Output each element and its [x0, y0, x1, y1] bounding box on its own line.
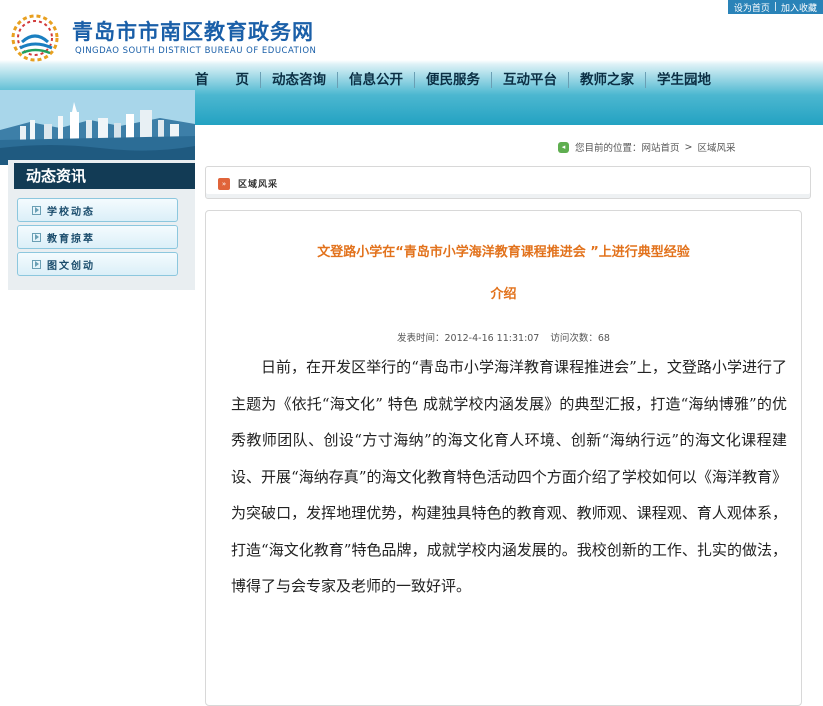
nav-divider	[260, 72, 261, 88]
add-favorite-link[interactable]: 加入收藏	[781, 1, 817, 14]
publish-time: 发表时间：2012-4-16 11:31:07	[397, 333, 540, 344]
set-homepage-link[interactable]: 设为首页	[734, 1, 770, 14]
article-title-line2: 介绍	[490, 287, 517, 302]
site-title: 青岛市市南区教育政务网	[72, 20, 314, 44]
nav-teachers[interactable]: 教师之家	[580, 68, 634, 92]
breadcrumb-prefix: 您目前的位置：	[575, 143, 642, 154]
main-nav: 首 页 动态咨询 信息公开 便民服务 互动平台 教师之家 学生园地	[195, 68, 711, 92]
arrow-right-icon	[32, 232, 41, 242]
article-meta: 发表时间：2012-4-16 11:31:07 访问次数：68	[206, 330, 801, 344]
bureau-logo-icon	[11, 14, 59, 62]
nav-divider	[337, 72, 338, 88]
sidebar-title: 动态资讯	[14, 163, 195, 189]
breadcrumb-current: 区域风采	[697, 143, 736, 154]
breadcrumb: ◂ 您目前的位置： 网站首页 > 区域风采	[558, 140, 736, 154]
sidebar-item-label: 图文创动	[47, 260, 95, 272]
breadcrumb-home-link[interactable]: 网站首页	[642, 140, 680, 154]
top-links-separator: |	[773, 2, 777, 12]
nav-home[interactable]: 首 页	[195, 68, 249, 92]
sidebar-item-school-news[interactable]: 学校动态	[17, 198, 178, 222]
article-body: 日前，在开发区举行的“青岛市小学海洋教育课程推进会”上，文登路小学进行了主题为《…	[231, 358, 787, 595]
location-icon: ◂	[558, 141, 569, 153]
article-panel: 文登路小学在“青岛市小学海洋教育课程推进会 ”上进行典型经验 介绍 发表时间：2…	[205, 210, 802, 706]
section-title: 区域风采	[238, 180, 279, 190]
section-arrow-icon: »	[218, 178, 230, 190]
visit-count: 访问次数：68	[550, 333, 610, 344]
nav-news[interactable]: 动态咨询	[272, 68, 326, 92]
nav-divider	[414, 72, 415, 88]
nav-divider	[491, 72, 492, 88]
arrow-right-icon	[32, 259, 41, 269]
breadcrumb-separator: >	[684, 141, 693, 153]
nav-info-public[interactable]: 信息公开	[349, 68, 403, 92]
sidebar-item-label: 学校动态	[47, 206, 95, 218]
nav-divider	[645, 72, 646, 88]
sidebar-item-education-highlights[interactable]: 教育掠萃	[17, 225, 178, 249]
city-skyline-image	[0, 90, 195, 165]
sidebar-menu: 学校动态 教育掠萃 图文创动	[17, 198, 178, 279]
site-subtitle: QINGDAO SOUTH DISTRICT BUREAU OF EDUCATI…	[75, 46, 317, 56]
nav-students[interactable]: 学生园地	[657, 68, 711, 92]
section-header: » 区域风采	[205, 166, 811, 199]
article-title-line1: 文登路小学在“青岛市小学海洋教育课程推进会 ”上进行典型经验	[317, 245, 690, 260]
nav-interaction[interactable]: 互动平台	[503, 68, 557, 92]
nav-services[interactable]: 便民服务	[426, 68, 480, 92]
arrow-right-icon	[32, 205, 41, 215]
nav-divider	[568, 72, 569, 88]
sidebar-item-label: 教育掠萃	[47, 233, 95, 245]
top-links: 设为首页 | 加入收藏	[727, 0, 823, 14]
sidebar-item-photo-news[interactable]: 图文创动	[17, 252, 178, 276]
